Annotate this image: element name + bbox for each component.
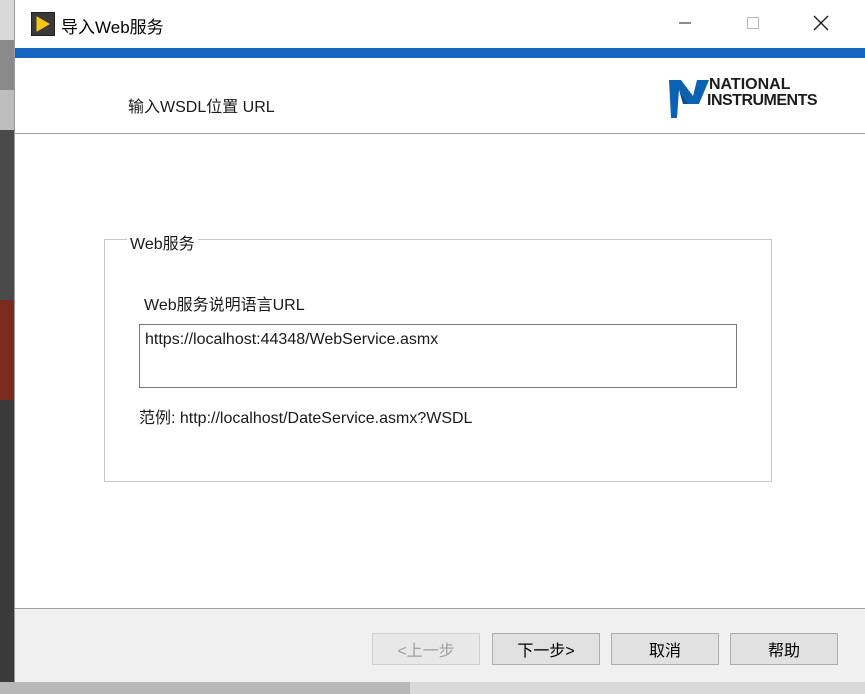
close-button[interactable] <box>787 0 855 46</box>
minimize-button[interactable] <box>651 0 719 46</box>
wsdl-url-input[interactable] <box>139 324 737 388</box>
title-bar[interactable]: 导入Web服务 <box>15 0 865 48</box>
cancel-button[interactable]: 取消 <box>611 633 719 665</box>
web-service-groupbox: Web服务 Web服务说明语言URL 范例: http://localhost/… <box>104 230 772 482</box>
ni-wordmark: NATIONAL INSTRUMENTS <box>707 76 818 109</box>
background-desktop <box>0 0 14 694</box>
close-icon <box>813 15 829 31</box>
next-button[interactable]: 下一步> <box>492 633 600 665</box>
wizard-content: Web服务 Web服务说明语言URL 范例: http://localhost/… <box>15 134 865 608</box>
wsdl-url-label: Web服务说明语言URL <box>144 297 305 314</box>
ni-eagle-icon <box>669 80 709 118</box>
accent-bar <box>15 48 865 58</box>
import-web-service-dialog: 导入Web服务 输入WSDL位置 URL NATIONAL INSTRUMENT… <box>14 0 865 682</box>
example-hint: 范例: http://localhost/DateService.asmx?WS… <box>139 410 473 427</box>
national-instruments-logo: NATIONAL INSTRUMENTS <box>667 74 847 122</box>
logo-line-1: NATIONAL <box>709 76 791 93</box>
maximize-button[interactable] <box>719 0 787 46</box>
minimize-icon <box>679 22 691 24</box>
window-title: 导入Web服务 <box>61 18 164 37</box>
maximize-icon <box>747 17 759 29</box>
wizard-header: 输入WSDL位置 URL NATIONAL INSTRUMENTS <box>15 58 865 134</box>
logo-line-2: INSTRUMENTS <box>707 92 818 109</box>
groupbox-legend: Web服务 <box>127 230 198 254</box>
background-taskbar-edge <box>0 682 865 694</box>
labview-run-icon <box>31 12 55 36</box>
page-title: 输入WSDL位置 URL <box>128 99 275 116</box>
back-button[interactable]: <上一步 <box>372 633 480 665</box>
wizard-footer: <上一步 下一步> 取消 帮助 <box>15 608 865 682</box>
help-button[interactable]: 帮助 <box>730 633 838 665</box>
